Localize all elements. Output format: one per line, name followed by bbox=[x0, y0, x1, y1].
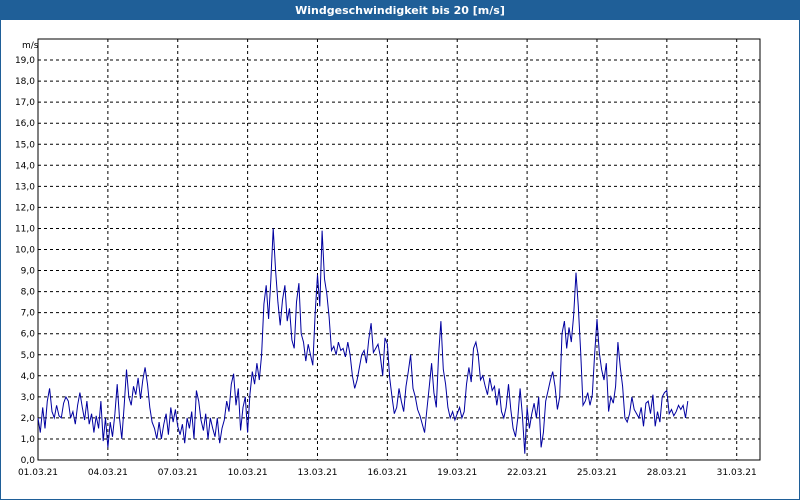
x-tick-label: 19.03.21 bbox=[437, 468, 477, 478]
y-tick-label: 0,0 bbox=[21, 456, 36, 466]
y-tick-label: 4,0 bbox=[21, 372, 36, 382]
y-tick-label: 3,0 bbox=[21, 393, 36, 403]
x-tick-label: 28.03.21 bbox=[647, 468, 687, 478]
y-tick-label: 8,0 bbox=[21, 288, 36, 298]
y-tick-label: 19,0 bbox=[15, 56, 35, 66]
wind-speed-chart: 0,0 1,0 2,0 3,0 4,0 5,0 6,0 7,0 8,0 9,0 10,0 11,0 12… bbox=[15, 38, 761, 478]
y-tick-label: 2,0 bbox=[21, 414, 36, 424]
y-tick-label: 7,0 bbox=[21, 309, 36, 319]
y-tick-label: 5,0 bbox=[21, 351, 36, 361]
x-tick-label: 13.03.21 bbox=[297, 468, 337, 478]
y-tick-label: 17,0 bbox=[15, 98, 35, 108]
x-tick-label: 31.03.21 bbox=[717, 468, 757, 478]
x-tick-label: 04.03.21 bbox=[88, 468, 128, 478]
x-tick-label: 16.03.21 bbox=[367, 468, 407, 478]
y-tick-label: 18,0 bbox=[15, 77, 35, 87]
y-tick-label: 15,0 bbox=[15, 140, 35, 150]
y-tick-label: 14,0 bbox=[15, 161, 35, 171]
x-tick-label: 22.03.21 bbox=[507, 468, 547, 478]
y-tick-label: 16,0 bbox=[15, 119, 35, 129]
y-tick-label: 10,0 bbox=[15, 246, 35, 256]
x-tick-label: 07.03.21 bbox=[158, 468, 198, 478]
y-tick-label: 9,0 bbox=[21, 267, 36, 277]
y-axis-unit-label: m/s bbox=[22, 41, 39, 51]
y-tick-label: 12,0 bbox=[15, 203, 35, 213]
y-tick-label: 6,0 bbox=[21, 330, 36, 340]
x-tick-label: 10.03.21 bbox=[228, 468, 268, 478]
x-tick-label: 01.03.21 bbox=[18, 468, 58, 478]
y-tick-label: 1,0 bbox=[21, 435, 36, 445]
y-tick-label: 13,0 bbox=[15, 182, 35, 192]
y-tick-label: 11,0 bbox=[15, 224, 35, 234]
x-tick-label: 25.03.21 bbox=[577, 468, 617, 478]
